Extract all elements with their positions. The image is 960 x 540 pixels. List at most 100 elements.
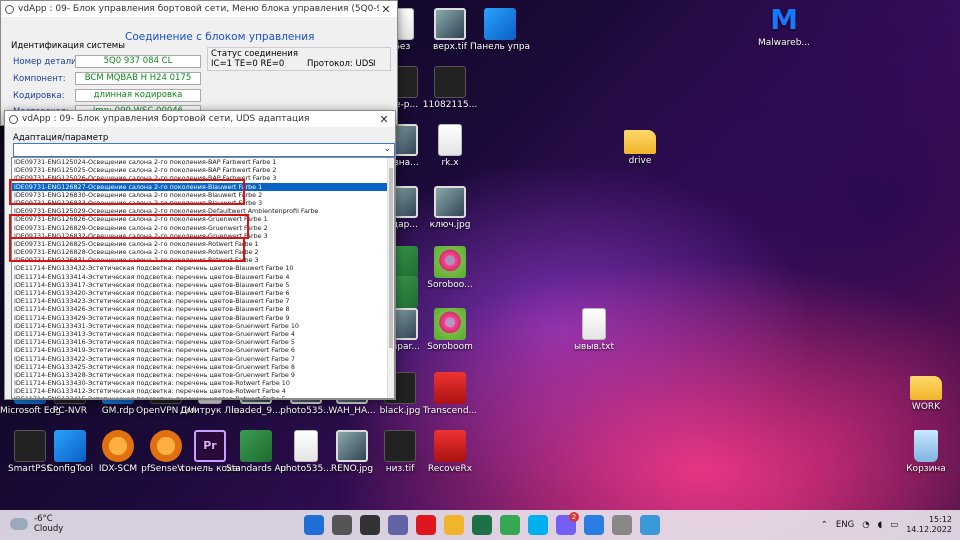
field-value-component: BCM MQBAB H H24 0175 [75,72,201,85]
dark-icon [434,66,466,98]
desktop-icon[interactable]: Корзина [896,430,956,475]
connection-heading: Соединение с блоком управления [125,31,315,43]
desktop-icon[interactable]: WORK [896,370,956,413]
taskbar-opera-icon[interactable] [416,515,436,535]
taskbar-explorer-icon[interactable] [444,515,464,535]
list-item[interactable]: IDE11714-ENG133414-Эстетическая подсветк… [12,273,394,281]
taskbar-search-icon[interactable] [332,515,352,535]
desktop-icon[interactable]: 11082115... [420,66,480,111]
wifi-icon[interactable]: ◔ [862,520,869,530]
desktop-icon-label: rk.x [441,158,459,168]
list-item[interactable]: IDE11714-ENG133417-Эстетическая подсветк… [12,281,394,289]
desktop-icon[interactable]: rk.x [420,124,480,169]
system-tray: ⌃ ENG ◔ ◖ ▭ 15:12 14.12.2022 [821,515,952,535]
folder-icon [624,130,656,154]
cloud-icon [10,518,28,530]
taskbar-vdapp-icon[interactable] [612,515,632,535]
language-indicator[interactable]: ENG [836,520,854,530]
list-item[interactable]: IDE11714-ENG133415-Эстетическая подсветк… [12,395,394,398]
window-uds-adaptation[interactable]: vdApp : 09- Блок управления бортовой сет… [4,110,396,400]
file-icon [438,124,462,156]
status-counters: IC=1 TE=0 RE=0 [211,59,285,69]
window-title-bar[interactable]: vdApp : 09- Блок управления бортовой сет… [1,1,397,17]
taskbar-apps: 2 [304,512,660,535]
taskbar-excel-icon[interactable] [472,515,492,535]
highlight-box-blauwert [9,179,245,205]
close-icon[interactable]: ✕ [379,3,393,16]
field-value-part-number: 5Q0 937 084 CL [75,55,201,68]
file-icon [294,430,318,462]
list-item[interactable]: IDE11714-ENG133420-Эстетическая подсветк… [12,289,394,297]
list-item[interactable]: IDE11714-ENG133422-Эстетическая подсветк… [12,355,394,363]
status-marker: I [373,59,376,69]
field-label-part-number: Номер детали: [13,57,80,67]
taskbar-chrome-icon[interactable] [500,515,520,535]
list-item[interactable]: IDE09731-ENG125024-Освещение салона 2-го… [12,158,394,166]
list-scrollbar[interactable] [387,158,394,398]
list-item[interactable]: IDE11714-ENG133426-Эстетическая подсветк… [12,305,394,313]
desktop-icon-label: ключ.jpg [429,220,471,230]
taskbar-task-view-icon[interactable] [360,515,380,535]
desktop-icon[interactable]: ключ.jpg [420,186,480,231]
highlight-box-rotwert [9,237,245,262]
chevron-down-icon[interactable]: ⌄ [383,144,391,154]
list-item[interactable]: IDE11714-ENG133431-Эстетическая подсветк… [12,322,394,330]
orange-icon [102,430,134,462]
desktop-icon[interactable]: Панель управле... [470,8,530,53]
highlight-box-gruenwert [9,214,249,239]
list-item[interactable]: IDE11714-ENG133429-Эстетическая подсветк… [12,314,394,322]
clock-date: 14.12.2022 [906,525,952,534]
list-item[interactable]: IDE11714-ENG133423-Эстетическая подсветк… [12,297,394,305]
taskbar-other-icon[interactable] [640,515,660,535]
field-value-coding: длинная кодировка [75,89,201,102]
notification-badge: 2 [569,512,579,522]
adaptation-parameter-select[interactable]: ⌄ [13,143,395,157]
list-item[interactable]: IDE11714-ENG133419-Эстетическая подсветк… [12,346,394,354]
close-icon[interactable]: ✕ [377,113,391,126]
taskbar-start-icon[interactable] [304,515,324,535]
list-item[interactable]: IDE11714-ENG133425-Эстетическая подсветк… [12,363,394,371]
desktop-icon[interactable]: M Malwareb... [754,4,814,49]
list-item[interactable]: IDE11714-ENG133428-Эстетическая подсветк… [12,371,394,379]
desktop-icon[interactable]: drive [610,124,670,167]
flower-icon [434,308,466,340]
field-label-coding: Кодировка: [13,91,65,101]
taskbar-skype-icon[interactable] [528,515,548,535]
connection-status-line: IC=1 TE=0 RE=0 Протокол: UDS I [211,59,376,69]
red-icon [434,372,466,404]
taskbar-teams-icon[interactable] [388,515,408,535]
list-item[interactable]: IDE09731-ENG125025-Освещение салона 2-го… [12,166,394,174]
app-icon [5,4,14,14]
list-item[interactable]: IDE11714-ENG133413-Эстетическая подсветк… [12,330,394,338]
file-icon [582,308,606,340]
desktop-icon[interactable]: ывыв.txt [564,308,624,353]
list-item[interactable]: IDE11714-ENG133430-Эстетическая подсветк… [12,379,394,387]
taskbar-viber-icon[interactable]: 2 [556,512,579,535]
desktop-icon[interactable]: Soroboom [420,308,480,353]
img-icon [434,186,466,218]
list-item[interactable]: IDE11714-ENG133432-Эстетическая подсветк… [12,264,394,272]
volume-icon[interactable]: ◖ [878,520,882,530]
window-control-unit-menu[interactable]: vdApp : 09- Блок управления бортовой сет… [0,0,398,126]
connection-status-label: Статус соединения [211,49,298,59]
scrollbar-thumb[interactable] [389,168,393,348]
list-item[interactable]: IDE11714-ENG133416-Эстетическая подсветк… [12,338,394,346]
pr-icon: Pr [194,430,226,462]
desktop-icon-label: WORK [911,402,941,412]
taskbar-anydesk-icon[interactable] [584,515,604,535]
desktop-icon[interactable]: Transcend... [420,372,480,417]
app-icon [9,114,18,124]
desktop-icon-label: drive [628,156,652,166]
clock-time: 15:12 [928,515,952,524]
flower-icon [434,246,466,278]
weather-widget[interactable]: -6°C Cloudy [10,514,63,534]
battery-icon[interactable]: ▭ [890,520,898,530]
orange-icon [150,430,182,462]
desktop-icon[interactable]: RecoveRx [420,430,480,475]
chevron-up-icon[interactable]: ⌃ [821,520,828,530]
green-icon [240,430,272,462]
list-item[interactable]: IDE11714-ENG133412-Эстетическая подсветк… [12,387,394,395]
clock[interactable]: 15:12 14.12.2022 [906,515,952,535]
window-title-bar[interactable]: vdApp : 09- Блок управления бортовой сет… [5,111,395,127]
red-icon [434,430,466,462]
